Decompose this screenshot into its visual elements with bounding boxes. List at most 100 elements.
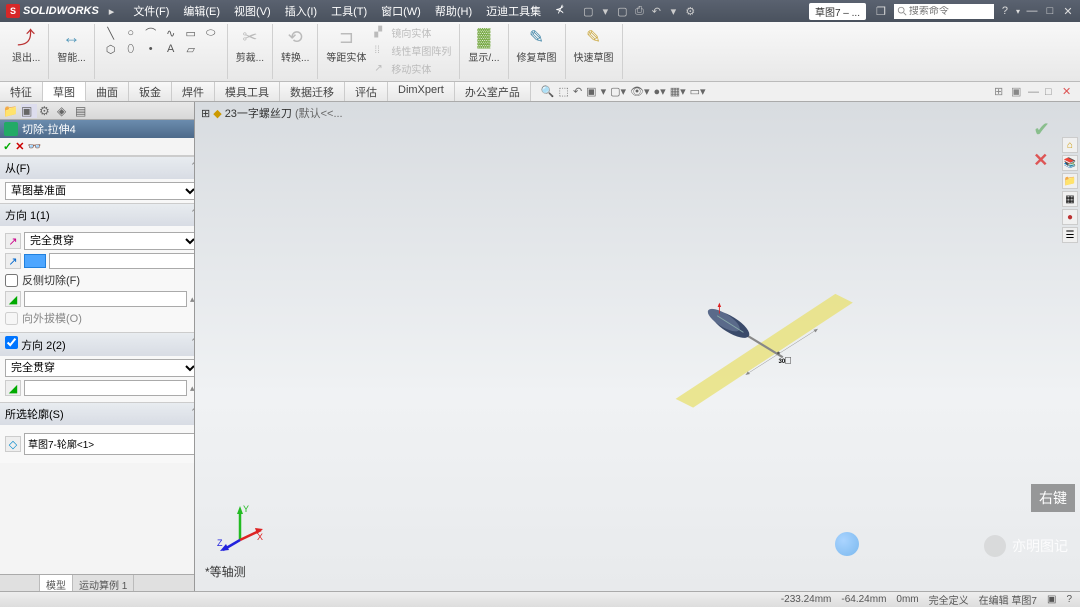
move-button[interactable]: ↗移动实体 [372, 60, 453, 77]
custom-props-icon[interactable]: ☰ [1062, 227, 1078, 243]
pm-contours-header[interactable]: 所选轮廓(S)⌃ [0, 403, 194, 425]
view-settings-icon[interactable]: ▭▾ [690, 85, 706, 98]
doc-close-icon[interactable]: ✕ [1062, 85, 1076, 98]
ellipse-icon[interactable]: ⬯ [123, 42, 139, 56]
slot-icon[interactable]: ⬭ [203, 26, 219, 40]
tab-data[interactable]: 数据迁移 [280, 82, 345, 101]
direction-vector-icon[interactable]: ↗ [5, 253, 21, 269]
confirm-cancel-icon[interactable]: ✕ [1033, 150, 1050, 171]
file-dropdown-icon[interactable]: ▸ [109, 5, 115, 18]
draft-icon[interactable]: ◢ [5, 291, 21, 307]
tab-eval[interactable]: 评估 [345, 82, 388, 101]
featuretree-tab-icon[interactable]: 📁 [3, 104, 19, 118]
reverse-dir-icon[interactable]: ↗ [5, 233, 21, 249]
maximize-button[interactable]: □ [1042, 5, 1058, 18]
pm-from-header[interactable]: 从(F)⌃ [0, 157, 194, 179]
tab-sketch[interactable]: 草图 [43, 82, 86, 101]
status-custom-icon[interactable]: ? [1066, 594, 1072, 605]
dir2-enable-checkbox[interactable] [5, 336, 18, 349]
line-icon[interactable]: ╲ [103, 26, 119, 40]
menu-view[interactable]: 视图(V) [227, 0, 278, 22]
tab-dimxpert[interactable]: DimXpert [388, 82, 455, 101]
menu-edit[interactable]: 编辑(E) [176, 0, 227, 22]
zoom-fit-icon[interactable]: 🔍 [541, 85, 555, 98]
dir1-end-select[interactable]: 完全贯穿 [24, 232, 194, 250]
convert-button[interactable]: ⟲ 转换... [279, 24, 311, 66]
contour-icon[interactable]: ◇ [5, 436, 21, 452]
new-icon[interactable]: ▢ [581, 5, 595, 18]
status-unit-icon[interactable]: ▣ [1047, 594, 1056, 605]
pm-dir2-header[interactable]: 方向 2(2)⌃ [0, 333, 194, 356]
point-icon[interactable]: • [143, 42, 159, 56]
exit-sketch-button[interactable]: ⤴ 退出... [10, 24, 42, 66]
appearance-icon[interactable]: ●▾ [654, 85, 666, 98]
flyout-tree[interactable]: ⊞ ◆ 23一字螺丝刀 (默认<<... [201, 105, 343, 121]
section-view-icon[interactable]: ▣ [586, 85, 596, 98]
draft2-icon[interactable]: ◢ [5, 380, 21, 396]
direction-selection-box[interactable] [24, 254, 46, 268]
motion-study-tab[interactable]: 运动算例 1 [73, 575, 134, 592]
dimension-lock-icon[interactable] [785, 357, 790, 363]
rect-icon[interactable]: ▭ [183, 26, 199, 40]
view-palette-icon[interactable]: ▦ [1062, 191, 1078, 207]
from-condition-select[interactable]: 草图基准面 [5, 182, 194, 200]
confirm-ok-icon[interactable]: ✔ [1033, 117, 1050, 142]
pattern-button[interactable]: ⁞⁞线性草图阵列 [372, 42, 453, 59]
pm-tab-icon[interactable]: ▣ [21, 104, 37, 118]
window-tile-icon[interactable]: ⊞ [994, 85, 1008, 98]
tab-surface[interactable]: 曲面 [86, 82, 129, 101]
trim-button[interactable]: ✂ 剪裁... [234, 24, 266, 66]
menu-insert[interactable]: 插入(I) [278, 0, 324, 22]
menu-file[interactable]: 文件(F) [126, 0, 176, 22]
spinner-icon[interactable]: ▴▾ [190, 383, 194, 394]
active-sketch-tab[interactable]: 草图7 – ... [809, 3, 866, 20]
search-input[interactable] [909, 6, 979, 17]
pm-cancel-button[interactable]: ✕ [15, 140, 24, 153]
polygon-icon[interactable]: ⬡ [103, 42, 119, 56]
design-library-icon[interactable]: 📚 [1062, 155, 1078, 171]
config-tab-icon[interactable]: ⚙ [39, 104, 55, 118]
text-icon[interactable]: A [163, 42, 179, 56]
menu-maidi[interactable]: 迈迪工具集 [479, 0, 548, 22]
doc-maximize-icon[interactable]: □ [1045, 86, 1059, 98]
direction-field[interactable] [49, 253, 194, 269]
help-dropdown-icon[interactable]: ▾ [1016, 7, 1020, 16]
options-icon[interactable]: ⚙ [683, 5, 697, 18]
print-icon[interactable]: ⎙ [632, 5, 646, 18]
repair-button[interactable]: ✎ 修复草图 [515, 24, 559, 66]
display-style-icon[interactable]: ▢▾ [610, 85, 626, 98]
window-cascade-icon[interactable]: ▣ [1011, 85, 1025, 98]
circle-icon[interactable]: ○ [123, 26, 139, 40]
tab-mold[interactable]: 模具工具 [215, 82, 280, 101]
menu-help[interactable]: 帮助(H) [428, 0, 479, 22]
doc-minimize-icon[interactable]: — [1028, 86, 1042, 98]
view-triad[interactable]: Y X Z [215, 502, 265, 552]
tab-office[interactable]: 办公室产品 [455, 82, 531, 101]
dir2-end-select[interactable]: 完全贯穿 [5, 359, 194, 377]
offset-button[interactable]: ⊐ 等距实体 [324, 24, 368, 77]
pm-preview-button[interactable]: 👓 [27, 140, 41, 153]
open-icon[interactable]: ▾ [598, 5, 612, 18]
undo-icon[interactable]: ↶ [649, 5, 663, 18]
spline-icon[interactable]: ∿ [163, 26, 179, 40]
draft-angle-field[interactable] [24, 291, 187, 307]
tab-sheet[interactable]: 钣金 [129, 82, 172, 101]
reverse-cut-checkbox[interactable]: 反侧切除(F) [5, 272, 194, 288]
appearances-icon[interactable]: ● [1062, 209, 1078, 225]
quick-sketch-button[interactable]: ✎ 快速草图 [572, 24, 616, 66]
pm-dir1-header[interactable]: 方向 1(1)⌃ [0, 204, 194, 226]
menu-window[interactable]: 窗口(W) [374, 0, 428, 22]
draft2-field[interactable] [24, 380, 187, 396]
file-explorer-icon[interactable]: 📁 [1062, 173, 1078, 189]
display-button[interactable]: ▓ 显示/... [466, 24, 501, 66]
dimxpert-tab-icon[interactable]: ◈ [57, 104, 73, 118]
prev-view-icon[interactable]: ↶ [573, 85, 582, 98]
tab-weld[interactable]: 焊件 [172, 82, 215, 101]
contour-list[interactable]: 草图7-轮廓<1> [24, 433, 194, 455]
scene-icon[interactable]: ▦▾ [670, 85, 686, 98]
zoom-area-icon[interactable]: ⬚ [559, 85, 569, 98]
display-tab-icon[interactable]: ▤ [75, 104, 91, 118]
save-icon[interactable]: ▢ [615, 5, 629, 18]
model-tab[interactable]: 模型 [40, 575, 73, 592]
menu-tools[interactable]: 工具(T) [324, 0, 374, 22]
